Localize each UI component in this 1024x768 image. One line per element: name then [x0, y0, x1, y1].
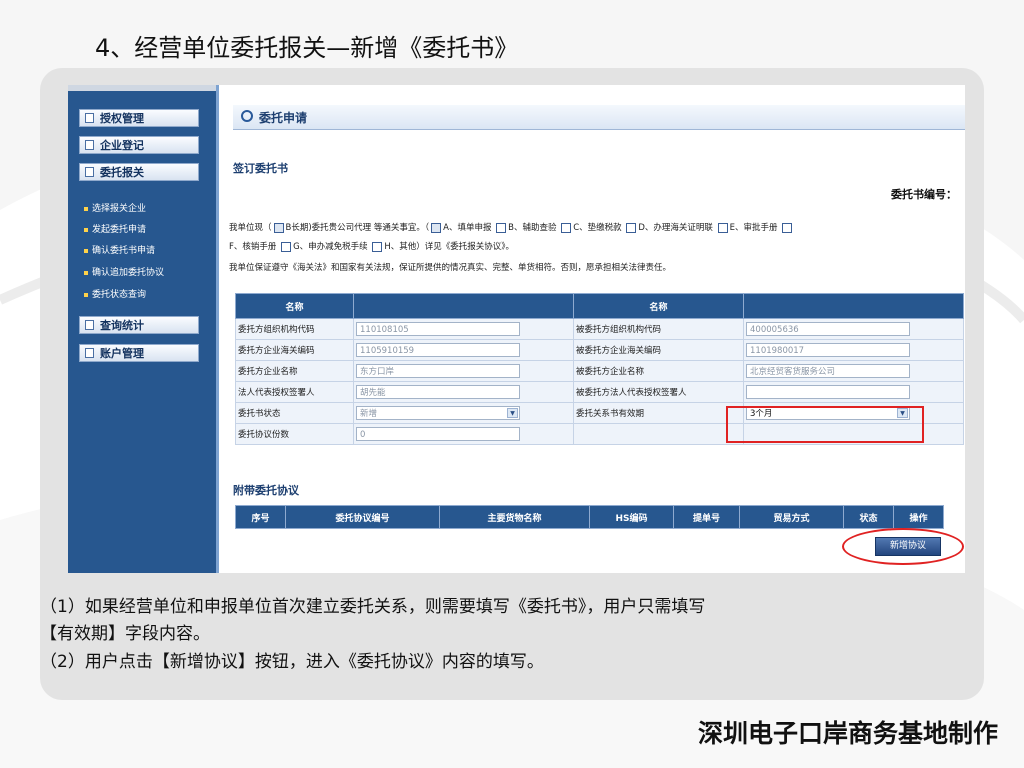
- bullet-icon: [84, 227, 88, 232]
- sidebar-item-label: 授权管理: [100, 112, 144, 125]
- checkbox-option-e[interactable]: [717, 222, 728, 233]
- field-label: 委托方组织机构代码: [235, 318, 354, 340]
- entrust-paragraph-line2: F、核销手册 G、申办减免税手续 H、其他）详见《委托报关协议》。: [229, 241, 515, 252]
- column-header: 操作: [893, 505, 944, 529]
- sidebar-subitem-select-broker[interactable]: 选择报关企业: [84, 201, 146, 214]
- agreement-count-input[interactable]: 0: [356, 427, 520, 441]
- field-label: 被委托方组织机构代码: [573, 318, 744, 340]
- field-label: 法人代表授权签署人: [235, 381, 354, 403]
- column-header: 贸易方式: [739, 505, 844, 529]
- agreement-table: 序号 委托协议编号 主要货物名称 HS编码 提单号 贸易方式 状态 操作: [235, 505, 944, 529]
- sidebar-item-label: 企业登记: [100, 139, 144, 152]
- document-icon: [85, 140, 94, 150]
- document-icon: [85, 167, 94, 177]
- bullet-icon: [84, 206, 88, 211]
- letter-status-select[interactable]: 新增 ▼: [356, 406, 520, 420]
- column-header: 提单号: [673, 505, 740, 529]
- sidebar-item-query[interactable]: 查询统计: [79, 316, 199, 334]
- checkbox-long-term[interactable]: [273, 222, 284, 233]
- checkbox-option-a[interactable]: [431, 222, 442, 233]
- table-row: 委托方企业海关编码 1105910159 被委托方企业海关编码 11019800…: [235, 339, 964, 361]
- table-header-row: 名称 名称: [235, 293, 964, 319]
- chevron-down-icon: ▼: [507, 408, 518, 418]
- circle-icon: [241, 110, 253, 122]
- entrust-paragraph-line1: 我单位现（ B长期)委托贵公司代理 等通关事宜。（ A、填单申报 B、辅助查验 C、…: [229, 221, 794, 233]
- letter-number-label: 委托书编号：: [891, 188, 957, 201]
- field-label: 委托关系书有效期: [573, 402, 744, 424]
- bullet-icon: [84, 292, 88, 297]
- field-label: 委托方企业海关编码: [235, 339, 354, 361]
- field-label: [573, 423, 744, 445]
- column-header: [353, 293, 574, 319]
- column-header: 委托协议编号: [285, 505, 440, 529]
- sidebar-item-account[interactable]: 账户管理: [79, 344, 199, 362]
- main-content: 委托申请 签订委托书 委托书编号： 我单位现（ B长期)委托贵公司代理 等通关事宜…: [219, 85, 965, 573]
- column-header: 状态: [843, 505, 894, 529]
- field-label: 委托方企业名称: [235, 360, 354, 382]
- sidebar-item-enterprise[interactable]: 企业登记: [79, 136, 199, 154]
- screenshot-window: 授权管理 企业登记 委托报关 选择报关企业 发起委托申请 确认委托书申请 确认追…: [68, 85, 965, 573]
- sidebar-subitem-status-query[interactable]: 委托状态查询: [84, 287, 146, 300]
- note-line-3: （2）用户点击【新增协议】按钮，进入《委托协议》内容的填写。: [40, 652, 544, 672]
- note-line-1: （1）如果经营单位和申报单位首次建立委托关系，则需要填写《委托书》，用户只需填写: [40, 597, 706, 617]
- table-row: 委托方组织机构代码 110108105 被委托方组织机构代码 400005636: [235, 318, 964, 340]
- checkbox-option-h[interactable]: [372, 241, 383, 252]
- footer-credit: 深圳电子口岸商务基地制作: [697, 719, 998, 748]
- table-row: 委托方企业名称 东方口岸 被委托方企业名称 北京经贸客货服务公司: [235, 360, 964, 382]
- principal-customs-code-input[interactable]: 1105910159: [356, 343, 520, 357]
- principal-org-code-input[interactable]: 110108105: [356, 322, 520, 336]
- bullet-icon: [84, 248, 88, 253]
- bullet-icon: [84, 270, 88, 275]
- agent-customs-code-input[interactable]: 1101980017: [746, 343, 910, 357]
- column-header: 名称: [573, 293, 744, 319]
- field-label: 委托协议份数: [235, 423, 354, 445]
- checkbox-option-f[interactable]: [782, 222, 793, 233]
- guarantee-paragraph: 我单位保证遵守《海关法》和国家有关法规，保证所提供的情况真实、完整、单货相符。否…: [229, 263, 672, 273]
- agent-org-code-input[interactable]: 400005636: [746, 322, 910, 336]
- sidebar-item-label: 委托报关: [100, 166, 144, 179]
- checkbox-option-c[interactable]: [561, 222, 572, 233]
- checkbox-option-g[interactable]: [281, 241, 292, 252]
- table-header-row: 序号 委托协议编号 主要货物名称 HS编码 提单号 贸易方式 状态 操作: [235, 505, 944, 529]
- field-label: 被委托方法人代表授权签署人: [573, 381, 744, 403]
- form-header-title: 委托申请: [259, 111, 308, 125]
- add-button-highlight-oval: [842, 528, 964, 565]
- document-icon: [85, 113, 94, 123]
- checkbox-option-b[interactable]: [496, 222, 507, 233]
- sidebar-subitem-confirm-agreement[interactable]: 确认追加委托协议: [84, 265, 164, 278]
- field-label: 被委托方企业海关编码: [573, 339, 744, 361]
- document-icon: [85, 348, 94, 358]
- column-header: HS编码: [589, 505, 674, 529]
- sidebar-item-label: 账户管理: [100, 347, 144, 360]
- principal-name-input[interactable]: 东方口岸: [356, 364, 520, 378]
- field-label: 被委托方企业名称: [573, 360, 744, 382]
- sidebar-subitem-confirm-letter[interactable]: 确认委托书申请: [84, 243, 155, 256]
- sidebar: 授权管理 企业登记 委托报关 选择报关企业 发起委托申请 确认委托书申请 确认追…: [68, 85, 219, 573]
- sidebar-subitem-initiate[interactable]: 发起委托申请: [84, 222, 146, 235]
- table-row: 法人代表授权签署人 胡先能 被委托方法人代表授权签署人: [235, 381, 964, 403]
- principal-signatory-input[interactable]: 胡先能: [356, 385, 520, 399]
- sidebar-item-label: 查询统计: [100, 319, 144, 332]
- field-label: 委托书状态: [235, 402, 354, 424]
- section-sign-title: 签订委托书: [233, 162, 288, 175]
- column-header: 序号: [235, 505, 286, 529]
- column-header: 名称: [235, 293, 354, 319]
- form-header: 委托申请: [233, 105, 965, 130]
- document-icon: [85, 320, 94, 330]
- sidebar-item-auth[interactable]: 授权管理: [79, 109, 199, 127]
- agent-name-input[interactable]: 北京经贸客货服务公司: [746, 364, 910, 378]
- checkbox-option-d[interactable]: [626, 222, 637, 233]
- agent-signatory-input[interactable]: [746, 385, 910, 399]
- note-line-2: 【有效期】字段内容。: [40, 624, 210, 644]
- sidebar-item-entrust[interactable]: 委托报关: [79, 163, 199, 181]
- slide-title: 4、经营单位委托报关—新增《委托书》: [95, 34, 519, 62]
- column-header: 主要货物名称: [439, 505, 590, 529]
- validity-highlight-box: [726, 406, 924, 443]
- column-header: [743, 293, 964, 319]
- section-attach-title: 附带委托协议: [233, 484, 299, 497]
- sidebar-top-strip: [68, 85, 216, 91]
